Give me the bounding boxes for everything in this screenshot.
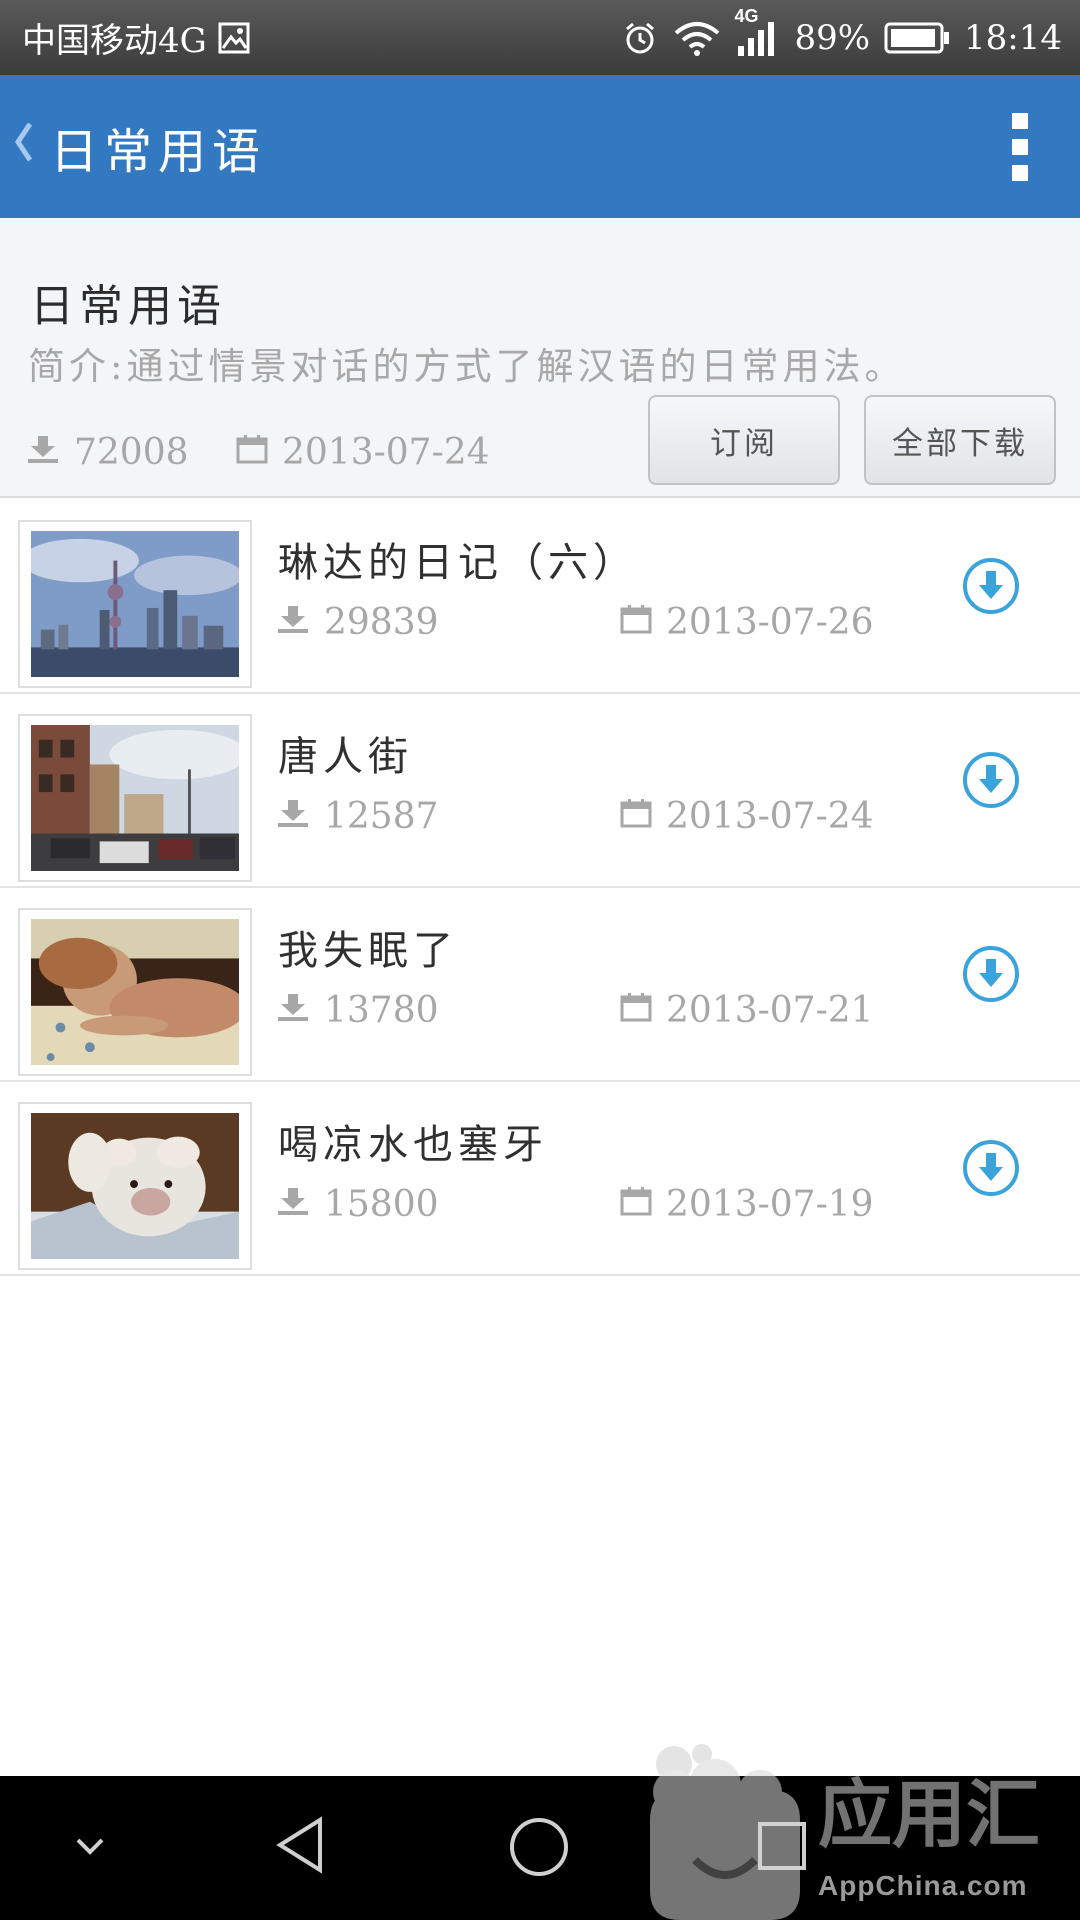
download-count-icon — [26, 432, 60, 473]
lesson-downloads: 29839 — [276, 602, 439, 643]
page-title: 日常用语 — [50, 123, 267, 180]
calendar-icon — [620, 796, 652, 837]
download-count: 13780 — [324, 990, 439, 1031]
lesson-title: 我失眠了 — [278, 928, 458, 974]
watermark-brand: 应用汇 — [818, 1772, 1040, 1858]
download-count-icon — [276, 796, 310, 837]
wifi-icon — [672, 19, 722, 57]
publish-date: 2013-07-21 — [666, 990, 874, 1031]
download-icon[interactable] — [961, 1138, 1021, 1198]
back-triangle-icon[interactable] — [272, 1814, 328, 1876]
lesson-title: 唐人街 — [278, 734, 413, 780]
app-bar: 日常用语 — [0, 75, 1080, 218]
download-count-icon — [276, 990, 310, 1031]
overflow-menu-icon[interactable] — [1000, 113, 1040, 181]
download-icon[interactable] — [961, 750, 1021, 810]
album-title: 日常用语 — [30, 281, 226, 332]
menu-dot — [1012, 165, 1028, 181]
publish-date: 2013-07-24 — [282, 432, 490, 473]
city-skyline-thumbnail — [31, 531, 239, 677]
network-label: 4G — [734, 5, 759, 26]
lesson-list: 琳达的日记（六） 29839 2013-07-26 唐人街 12587 2013… — [0, 500, 1080, 1276]
calendar-icon — [620, 602, 652, 643]
watermark-text: AppChina.com — [818, 1870, 1028, 1901]
publish-date: 2013-07-24 — [666, 796, 874, 837]
lesson-date: 2013-07-19 — [620, 1184, 874, 1225]
clock: 18:14 — [964, 17, 1062, 58]
carrier-label: 中国移动4G — [22, 21, 207, 61]
download-count-icon — [276, 1184, 310, 1225]
status-bar: 中国移动4G 4G 89% 18:14 — [0, 0, 1080, 75]
battery-percent: 89% — [794, 17, 871, 58]
image-icon — [217, 21, 251, 55]
woman-pillow-thumbnail — [31, 919, 239, 1065]
list-item[interactable]: 琳达的日记（六） 29839 2013-07-26 — [0, 500, 1080, 694]
calendar-icon — [620, 990, 652, 1031]
lesson-date: 2013-07-21 — [620, 990, 874, 1031]
publish-date: 2013-07-26 — [666, 602, 874, 643]
album-header: 日常用语 简介:通过情景对话的方式了解汉语的日常用法。 72008 2013-0… — [0, 218, 1080, 498]
subscribe-button[interactable]: 订阅 — [648, 395, 840, 485]
back-button[interactable]: 日常用语 — [0, 75, 278, 218]
chevron-left-icon — [12, 120, 36, 173]
battery-icon — [884, 21, 950, 55]
download-icon[interactable] — [961, 944, 1021, 1004]
download-count: 29839 — [324, 602, 439, 643]
download-all-button[interactable]: 全部下载 — [864, 395, 1056, 485]
lesson-title: 琳达的日记（六） — [278, 540, 638, 586]
download-icon[interactable] — [961, 556, 1021, 616]
download-count: 12587 — [324, 796, 439, 837]
street-thumbnail — [31, 725, 239, 871]
lesson-date: 2013-07-26 — [620, 602, 874, 643]
download-count-icon — [276, 602, 310, 643]
album-intro: 简介:通过情景对话的方式了解汉语的日常用法。 — [28, 345, 906, 388]
download-count: 72008 — [74, 432, 189, 473]
download-count: 15800 — [324, 1184, 439, 1225]
calendar-icon — [620, 1184, 652, 1225]
menu-dot — [1012, 113, 1028, 129]
home-circle-icon[interactable] — [508, 1816, 570, 1878]
list-item[interactable]: 喝凉水也塞牙 15800 2013-07-19 — [0, 1082, 1080, 1276]
lesson-title: 喝凉水也塞牙 — [278, 1122, 548, 1168]
album-date: 2013-07-24 — [236, 432, 490, 473]
list-item[interactable]: 唐人街 12587 2013-07-24 — [0, 694, 1080, 888]
lesson-downloads: 15800 — [276, 1184, 439, 1225]
signal-icon: 4G — [734, 6, 780, 58]
thumbnail-frame — [18, 1102, 252, 1270]
calendar-icon — [236, 432, 268, 473]
thumbnail-frame — [18, 520, 252, 688]
chevron-down-icon[interactable] — [74, 1834, 106, 1858]
alarm-icon — [622, 20, 658, 56]
lesson-downloads: 12587 — [276, 796, 439, 837]
list-item[interactable]: 我失眠了 13780 2013-07-21 — [0, 888, 1080, 1082]
lesson-downloads: 13780 — [276, 990, 439, 1031]
album-downloads: 72008 — [26, 432, 189, 473]
thumbnail-frame — [18, 908, 252, 1076]
lesson-date: 2013-07-24 — [620, 796, 874, 837]
bulldog-thumbnail — [31, 1113, 239, 1259]
publish-date: 2013-07-19 — [666, 1184, 874, 1225]
status-left: 中国移动4G — [22, 13, 251, 62]
thumbnail-frame — [18, 714, 252, 882]
status-right: 4G 89% 18:14 — [622, 6, 1062, 58]
menu-dot — [1012, 139, 1028, 155]
